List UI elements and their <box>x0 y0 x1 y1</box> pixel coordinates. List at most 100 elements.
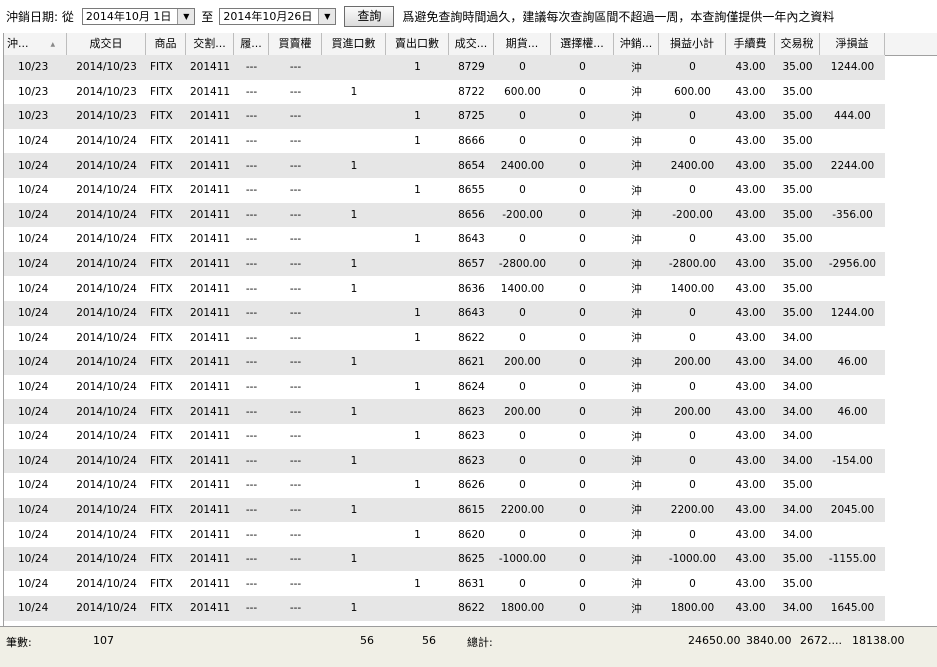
cell-price: 8643 <box>458 233 485 246</box>
cell-subtotal: 1400.00 <box>670 282 715 295</box>
cell-net: 46.00 <box>837 356 868 369</box>
query-notice: 爲避免查詢時間過久，建議每次查詢區間不超過一周，本查詢僅提供一年內之資料 <box>402 10 835 24</box>
table-row[interactable]: 10/24 2014/10/24 FITX 201411 --- --- 1 8624 0 0 沖 0… <box>4 374 885 400</box>
cell-tax: 35.00 <box>782 233 813 246</box>
table-row[interactable]: 10/24 2014/10/24 FITX 201411 --- --- 1 8656 -200… <box>4 202 885 228</box>
cell-fee: 43.00 <box>735 528 766 541</box>
cell-cp: --- <box>289 135 302 148</box>
table-row[interactable]: 10/24 2014/10/24 FITX 201411 --- --- 1 8631 0 0 沖 0… <box>4 571 885 597</box>
cell-fut_pl: -200.00 <box>502 208 543 221</box>
column-header-trade_date[interactable]: 成交日 <box>67 33 146 55</box>
dropdown-arrow-icon[interactable]: ▼ <box>318 9 336 24</box>
column-header-label: 交易稅 <box>780 37 814 50</box>
cell-tax: 35.00 <box>782 61 813 74</box>
column-header-subtotal[interactable]: 損益小計 <box>659 33 726 55</box>
cell-net <box>820 178 885 203</box>
column-header-net[interactable]: 淨損益 <box>820 33 885 55</box>
table-row[interactable]: 10/24 2014/10/24 FITX 201411 --- --- 1 8622 1800… <box>4 596 885 621</box>
table-row[interactable]: 10/23 2014/10/23 FITX 201411 --- --- 1 8725 0 0 沖 0… <box>4 104 885 129</box>
cell-opt_pl: 0 <box>579 258 586 271</box>
table-row[interactable]: 10/24 2014/10/24 FITX 201411 --- --- 1 8654 2400… <box>4 153 885 178</box>
cell-product: FITX <box>150 356 173 369</box>
cell-opt_pl: 0 <box>579 503 586 516</box>
cell-flag: 沖 <box>631 406 642 419</box>
column-header-fut_pl[interactable]: 期貨... <box>494 33 551 55</box>
column-header-tax[interactable]: 交易稅 <box>775 33 820 55</box>
column-header-sell_qty[interactable]: 賣出口數 <box>386 33 449 55</box>
cell-subtotal: 200.00 <box>674 405 711 418</box>
cell-fee: 43.00 <box>735 479 766 492</box>
table-row[interactable]: 10/24 2014/10/24 FITX 201411 --- --- 1 8655 0 0 沖 0… <box>4 177 885 203</box>
table-row[interactable]: 10/24 2014/10/24 FITX 201411 --- --- 1 8625 -100… <box>4 546 885 572</box>
cell-offset: 10/24 <box>18 528 49 541</box>
to-date-picker[interactable]: 2014年10月26日 ▼ <box>219 8 337 25</box>
column-header-fee[interactable]: 手續費 <box>726 33 775 55</box>
cell-flag: 沖 <box>631 184 642 197</box>
table-row[interactable]: 10/24 2014/10/24 FITX 201411 --- --- 1 8643 0 0 沖 0… <box>4 227 885 252</box>
cell-tax: 35.00 <box>782 553 813 566</box>
cell-sell_qty: 1 <box>414 577 421 590</box>
cell-offset: 10/24 <box>18 430 49 443</box>
column-header-flag[interactable]: 沖銷... <box>614 33 659 55</box>
column-header-price[interactable]: 成交... <box>449 33 494 55</box>
table-row[interactable]: 10/24 2014/10/24 FITX 201411 --- --- 1 8666 0 0 沖 0… <box>4 128 885 154</box>
from-date-value[interactable]: 2014年10月 1日 <box>83 9 178 24</box>
cell-cp: --- <box>289 233 302 246</box>
table-row[interactable]: 10/24 2014/10/24 FITX 201411 --- --- 1 8643 0 0 沖 0… <box>4 300 885 326</box>
column-header-label: 成交日 <box>89 37 123 50</box>
cell-fee: 43.00 <box>735 135 766 148</box>
cell-buy_qty <box>322 571 386 596</box>
table-row[interactable]: 10/23 2014/10/23 FITX 201411 --- --- 1 8722 600.… <box>4 79 885 105</box>
column-header-buy_qty[interactable]: 買進口數 <box>322 33 386 55</box>
column-header-month[interactable]: 交割... <box>186 33 234 55</box>
column-header-strike[interactable]: 履... <box>234 33 269 55</box>
cell-sell_qty: 1 <box>414 135 421 148</box>
cell-buy_qty: 1 <box>350 282 358 295</box>
cell-buy_qty <box>322 473 386 498</box>
cell-product: FITX <box>150 110 173 123</box>
table-row[interactable]: 10/24 2014/10/24 FITX 201411 --- --- 1 8626 0 0 沖 0… <box>4 473 885 498</box>
cell-opt_pl: 0 <box>579 307 586 320</box>
table-row[interactable]: 10/24 2014/10/24 FITX 201411 --- --- 1 8636 1400… <box>4 276 885 301</box>
cell-buy_qty: 1 <box>350 159 358 172</box>
table-row[interactable]: 10/23 2014/10/23 FITX 201411 --- --- 1 8729 0 0 沖 0… <box>4 55 885 80</box>
to-date-value[interactable]: 2014年10月26日 <box>220 9 318 24</box>
cell-tax: 35.00 <box>782 85 813 98</box>
from-date-picker[interactable]: 2014年10月 1日 ▼ <box>81 8 196 25</box>
table-row[interactable]: 10/24 2014/10/24 FITX 201411 --- --- 1 8657 -280… <box>4 251 885 277</box>
cell-fut_pl: 0 <box>519 479 526 492</box>
column-header-label: 商品 <box>154 37 177 50</box>
cell-net: -1155.00 <box>828 553 877 566</box>
date-range-label: 沖銷日期: 從 <box>6 10 74 24</box>
column-header-offset[interactable]: 沖... ▲ <box>4 33 67 55</box>
table-row[interactable]: 10/24 2014/10/24 FITX 201411 --- --- 1 8622 0 0 沖 0… <box>4 325 885 351</box>
table-row[interactable]: 10/24 2014/10/24 FITX 201411 --- --- 1 8623 200.… <box>4 399 885 424</box>
cell-sell_qty: 1 <box>414 381 421 394</box>
cell-flag: 沖 <box>631 283 642 296</box>
cell-tax: 35.00 <box>782 184 813 197</box>
cell-product: FITX <box>150 602 173 615</box>
cell-tax: 35.00 <box>782 159 813 172</box>
cell-product: FITX <box>150 454 173 467</box>
table-row[interactable]: 10/24 2014/10/24 FITX 201411 --- --- 1 8621 200.… <box>4 350 885 375</box>
column-header-opt_pl[interactable]: 選擇權... <box>551 33 614 55</box>
table-row[interactable]: 10/24 2014/10/24 FITX 201411 --- --- 1 8615 2200… <box>4 497 885 523</box>
column-header-label: 買賣權 <box>278 37 312 50</box>
cell-strike: --- <box>245 331 258 344</box>
cell-product: FITX <box>150 553 173 566</box>
dropdown-arrow-icon[interactable]: ▼ <box>177 9 195 24</box>
column-header-cp[interactable]: 買賣權 <box>269 33 322 55</box>
column-header-label: 沖銷... <box>619 37 653 50</box>
column-header-product[interactable]: 商品 <box>146 33 186 55</box>
cell-sell_qty <box>386 80 449 105</box>
cell-tax: 35.00 <box>782 282 813 295</box>
table-row[interactable]: 10/24 2014/10/24 FITX 201411 --- --- 1 8623 0 0 沖 0… <box>4 448 885 474</box>
query-button[interactable]: 查詢 <box>344 6 395 27</box>
cell-flag: 沖 <box>631 381 642 394</box>
cell-buy_qty <box>322 326 386 351</box>
cell-sell_qty: 1 <box>414 479 421 492</box>
cell-subtotal: 0 <box>689 479 696 492</box>
cell-strike: --- <box>245 135 258 148</box>
table-row[interactable]: 10/24 2014/10/24 FITX 201411 --- --- 1 8623 0 0 沖 0… <box>4 423 885 449</box>
table-row[interactable]: 10/24 2014/10/24 FITX 201411 --- --- 1 8620 0 0 沖 0… <box>4 522 885 547</box>
